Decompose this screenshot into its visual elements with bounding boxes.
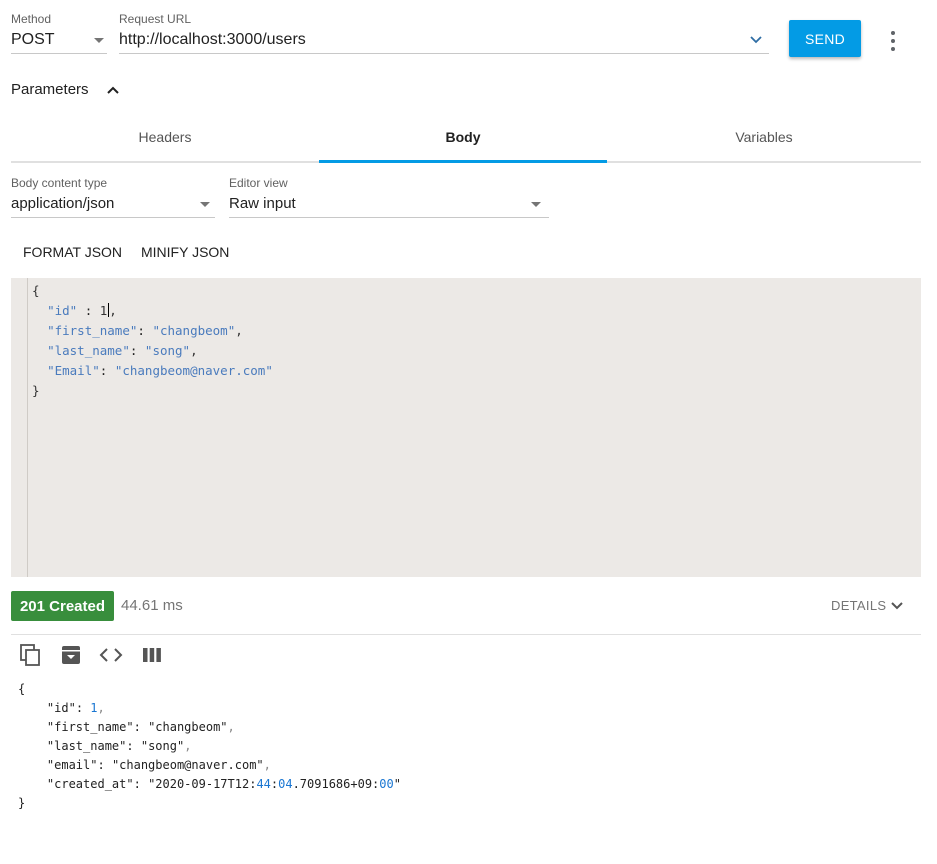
- response-line: "first_name": "changbeom",: [46, 720, 235, 734]
- editor-line: }: [32, 383, 40, 398]
- url-label: Request URL: [119, 12, 192, 26]
- parameters-title: Parameters: [11, 81, 89, 98]
- caret-down-icon: [94, 38, 104, 43]
- editor-gutter: [11, 278, 28, 577]
- response-line: "created_at": "2020-09-17T12:44:04.70916…: [46, 777, 401, 791]
- chevron-up-icon[interactable]: [106, 84, 120, 96]
- response-line: "id": 1,: [46, 701, 105, 715]
- parameters-toggle[interactable]: Parameters: [11, 81, 89, 98]
- content-type-value: application/json: [11, 195, 115, 212]
- tab-body[interactable]: Body: [319, 129, 607, 145]
- response-line: {: [18, 682, 26, 696]
- response-body: { "id": 1, "first_name": "changbeom", "l…: [11, 680, 921, 820]
- editor-view-label: Editor view: [229, 176, 288, 190]
- method-value: POST: [11, 31, 55, 48]
- details-label: DETAILS: [831, 598, 887, 613]
- editor-view-value: Raw input: [229, 195, 296, 212]
- editor-line: "id" : 1,: [47, 303, 117, 318]
- tab-active-indicator: [319, 160, 607, 163]
- chevron-down-icon[interactable]: [749, 33, 763, 47]
- url-input[interactable]: http://localhost:3000/users: [119, 28, 769, 54]
- send-button[interactable]: SEND: [789, 20, 861, 57]
- archive-icon[interactable]: [60, 644, 82, 666]
- format-json-button[interactable]: FORMAT JSON: [23, 244, 122, 260]
- chevron-down-icon[interactable]: [890, 600, 904, 612]
- editor-view-select[interactable]: Raw input: [229, 193, 549, 218]
- content-type-label: Body content type: [11, 176, 108, 190]
- response-line: "last_name": "song",: [46, 739, 192, 753]
- tab-headers[interactable]: Headers: [11, 129, 319, 145]
- editor-line: "first_name": "changbeom",: [47, 323, 243, 338]
- response-divider: [11, 634, 921, 635]
- url-value: http://localhost:3000/users: [119, 31, 306, 48]
- method-label: Method: [11, 12, 52, 26]
- caret-down-icon: [531, 202, 541, 207]
- minify-json-button[interactable]: MINIFY JSON: [141, 244, 229, 260]
- content-type-select[interactable]: application/json: [11, 193, 215, 218]
- editor-line: "Email": "changbeom@naver.com": [47, 363, 273, 378]
- editor-line: "last_name": "song",: [47, 343, 198, 358]
- more-options-icon[interactable]: [891, 29, 895, 53]
- method-select[interactable]: POST: [11, 28, 107, 54]
- editor-line: {: [32, 283, 40, 298]
- caret-down-icon: [200, 202, 210, 207]
- tab-variables[interactable]: Variables: [607, 129, 921, 145]
- columns-icon[interactable]: [141, 645, 163, 665]
- response-line: }: [18, 796, 26, 810]
- response-time: 44.61 ms: [121, 597, 183, 614]
- code-icon[interactable]: [99, 645, 123, 665]
- details-button[interactable]: DETAILS: [831, 598, 886, 613]
- status-badge: 201 Created: [11, 591, 114, 621]
- copy-icon[interactable]: [19, 643, 43, 667]
- body-editor[interactable]: { "id" : 1, "first_name": "changbeom", "…: [11, 278, 921, 577]
- response-line: "email": "changbeom@naver.com",: [46, 758, 271, 772]
